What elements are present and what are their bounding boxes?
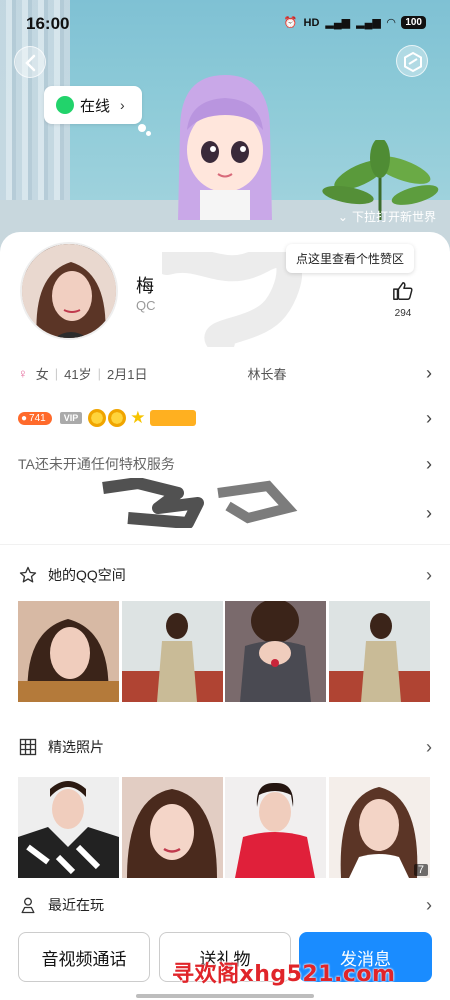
privilege-row[interactable]: TA还未开通任何特权服务 › xyxy=(18,454,432,474)
settings-button[interactable] xyxy=(396,45,428,77)
level-value: 741 xyxy=(29,412,46,424)
qzone-photo[interactable] xyxy=(225,601,326,702)
qq-number[interactable]: QC xyxy=(136,298,156,313)
online-status-bubble[interactable]: 在线 › xyxy=(44,86,142,124)
signal-icon: ▂▄▆ xyxy=(325,17,351,29)
person-location-icon xyxy=(21,897,35,914)
chevron-right-icon: › xyxy=(426,502,432,523)
recently-playing-label: 最近在玩 xyxy=(48,897,104,913)
location-text: 林长春 xyxy=(247,367,287,382)
qzone-photo[interactable] xyxy=(329,601,430,702)
featured-photo[interactable]: 7 xyxy=(329,777,430,878)
featured-photo[interactable] xyxy=(225,777,326,878)
badges-row[interactable]: ● 741 VIP ★ › xyxy=(18,408,432,428)
online-label: 在线 xyxy=(80,97,111,115)
chevron-right-icon: › xyxy=(426,407,432,428)
signal-icon: ▂▄▆ xyxy=(356,17,381,29)
avatar[interactable] xyxy=(20,242,118,340)
status-time: 16:00 xyxy=(26,14,70,33)
chevron-right-icon: › xyxy=(120,97,125,113)
wifi-icon: ◠ xyxy=(386,17,396,29)
sun-icon: ● xyxy=(21,412,28,424)
membership-badge xyxy=(149,410,196,426)
pull-down-hint[interactable]: ⌄ 下拉打开新世界 xyxy=(338,208,436,225)
like-count: 294 xyxy=(394,308,412,319)
qzone-label: 她的QQ空间 xyxy=(48,567,126,583)
avatar-3d-character[interactable] xyxy=(160,70,290,220)
female-icon: ♀ xyxy=(18,366,28,381)
status-bar: 16:00 ⏰ HD ▂▄▆ ▂▄▆ ◠ 100 xyxy=(0,0,450,48)
redaction-scribble xyxy=(162,252,302,347)
tip-label: 点这里查看个性赞区 xyxy=(295,252,404,266)
bubble-tail xyxy=(146,131,151,136)
bubble-tail xyxy=(138,124,146,132)
watermark: 寻欢阁xhg521.com xyxy=(172,962,396,987)
featured-photos-row[interactable]: 精选照片 › xyxy=(18,733,432,761)
redaction-scribble xyxy=(102,478,298,528)
recently-playing-row[interactable]: 最近在玩 › xyxy=(18,891,432,919)
profile-hero-banner[interactable]: 16:00 ⏰ HD ▂▄▆ ▂▄▆ ◠ 100 在线 › ⌄ 下拉打开新世界 xyxy=(0,0,450,262)
pull-hint-label: 下拉打开新世界 xyxy=(351,210,436,224)
age-text: 41岁 xyxy=(64,367,92,382)
profile-card: 梅 QC 点这里查看个性赞区 294 ♀ 女 | 41岁 | 2月1日 林长春 … xyxy=(0,232,450,544)
like-button[interactable]: 294 xyxy=(388,280,418,319)
grid-icon xyxy=(19,738,37,756)
battery-icon: 100 xyxy=(401,16,426,29)
featured-photo[interactable] xyxy=(18,777,119,878)
like-zone-tip[interactable]: 点这里查看个性赞区 xyxy=(285,244,414,273)
featured-photos-label: 精选照片 xyxy=(48,739,104,755)
av-call-button[interactable]: 音视频通话 xyxy=(18,932,150,982)
hd-icon: HD xyxy=(303,16,320,29)
online-dot-icon xyxy=(56,96,74,114)
chevron-right-icon: › xyxy=(426,564,432,585)
alarm-icon: ⏰ xyxy=(283,17,298,29)
chevron-right-icon: › xyxy=(426,736,432,757)
star-icon: ★ xyxy=(130,408,146,427)
basic-info-row[interactable]: ♀ 女 | 41岁 | 2月1日 林长春 › xyxy=(18,363,432,383)
birthday-text: 2月1日 xyxy=(107,367,148,382)
chevron-right-icon: › xyxy=(426,894,432,915)
back-button[interactable] xyxy=(14,46,46,78)
chevron-left-icon xyxy=(25,54,36,72)
featured-photo[interactable] xyxy=(122,777,223,878)
level-badge: ● 741 xyxy=(18,411,52,425)
star-outline-icon xyxy=(19,566,37,583)
profile-name: 梅 xyxy=(136,276,154,296)
av-call-label: 音视频通话 xyxy=(41,949,127,969)
thumbs-up-icon xyxy=(393,282,413,300)
privilege-text: TA还未开通任何特权服务 xyxy=(18,456,175,472)
photo-count-badge: 7 xyxy=(413,864,428,876)
hexagon-icon xyxy=(404,51,422,73)
chevron-right-icon: › xyxy=(426,453,432,474)
gender-text: 女 xyxy=(35,367,49,382)
redacted-row[interactable]: › xyxy=(18,478,432,528)
qzone-row[interactable]: 她的QQ空间 › xyxy=(18,561,432,589)
status-icons: ⏰ HD ▂▄▆ ▂▄▆ ◠ 100 xyxy=(284,16,426,29)
avatar-photo xyxy=(22,244,116,338)
qzone-photo[interactable] xyxy=(122,601,223,702)
qzone-photo[interactable] xyxy=(18,601,119,702)
crown-icon xyxy=(108,409,127,427)
vip-badge: VIP xyxy=(59,412,83,424)
chevron-right-icon: › xyxy=(426,363,432,383)
crown-icon xyxy=(88,409,107,427)
chevron-down-icon: ⌄ xyxy=(337,209,348,224)
home-indicator[interactable] xyxy=(136,994,314,998)
